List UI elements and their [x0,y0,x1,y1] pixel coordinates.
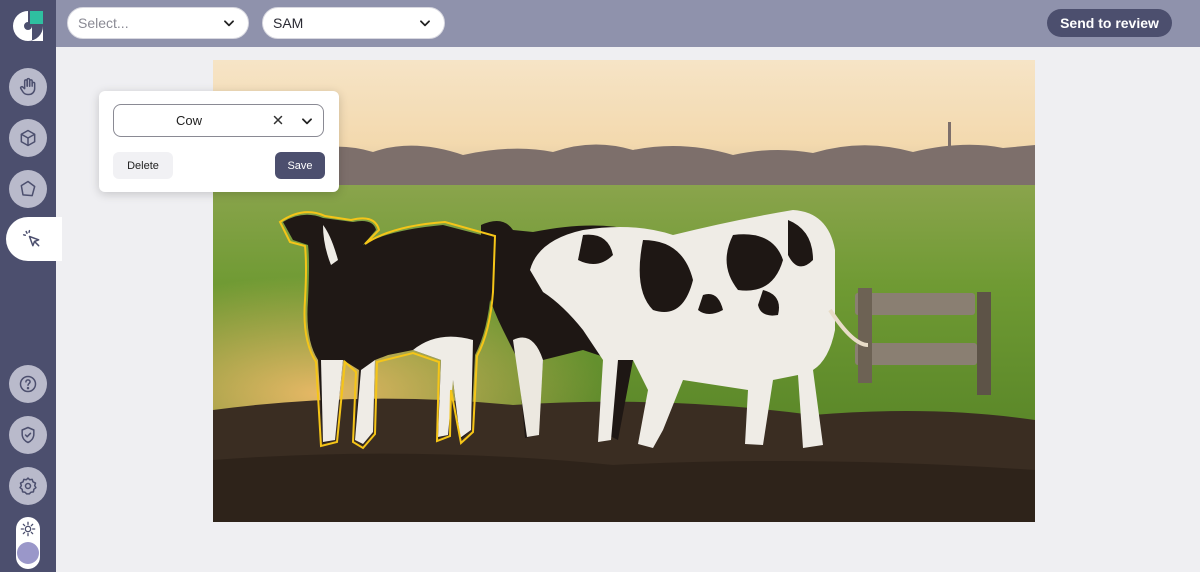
app-logo[interactable] [10,8,46,44]
chevron-down-icon [224,20,234,27]
class-select-value: Select... [78,15,129,31]
class-select-dropdown[interactable]: Select... [67,7,249,39]
chevron-down-icon [420,20,430,27]
model-select-dropdown[interactable]: SAM [262,7,445,39]
chevron-down-icon[interactable] [300,114,314,128]
shield-icon [21,426,35,444]
annotation-popup: Cow Delete Save [99,91,339,192]
polygon-icon [20,180,36,197]
cube-tool-button[interactable] [9,119,47,157]
sidebar [0,0,62,572]
close-icon[interactable] [271,113,285,127]
label-select[interactable]: Cow [113,104,324,137]
cursor-click-icon [22,229,40,247]
help-icon [19,375,37,393]
polygon-tool-button[interactable] [9,170,47,208]
save-button[interactable]: Save [275,152,325,179]
settings-button[interactable] [9,467,47,505]
hand-icon [19,77,36,96]
label-select-value: Cow [175,113,202,128]
theme-toggle[interactable] [16,517,40,569]
cube-icon [20,129,36,147]
sun-icon [20,521,36,537]
model-select-value: SAM [273,15,304,31]
smart-select-tool-button[interactable] [6,217,62,261]
theme-toggle-knob[interactable] [17,542,39,564]
delete-button[interactable]: Delete [113,152,173,179]
gear-icon [19,477,37,495]
help-button[interactable] [9,365,47,403]
shield-button[interactable] [9,416,47,454]
hand-tool-button[interactable] [9,68,47,106]
send-to-review-button[interactable]: Send to review [1047,9,1172,37]
